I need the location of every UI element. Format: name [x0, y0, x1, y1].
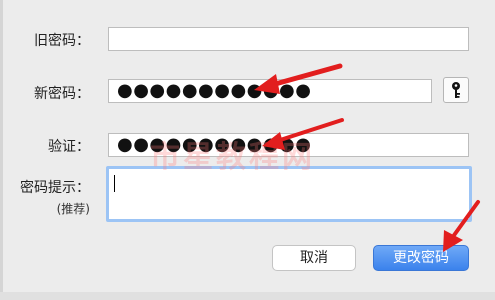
password-hint-label: 密码提示： [20, 180, 90, 196]
password-hint-recommended: (推荐) [56, 202, 90, 216]
verify-label: 验证： [48, 139, 90, 155]
old-password-label: 旧密码： [34, 33, 90, 49]
change-password-button[interactable]: 更改密码 [373, 245, 469, 271]
old-password-field[interactable] [108, 27, 469, 51]
new-password-label: 新密码： [34, 86, 90, 102]
watermark: 市星教程网 [150, 140, 315, 175]
text-caret [114, 175, 115, 192]
new-password-field[interactable]: ●●●●●●●●●●●● [108, 79, 432, 103]
key-icon [452, 82, 460, 98]
password-assistant-button[interactable] [443, 77, 469, 103]
cancel-button[interactable]: 取消 [272, 245, 356, 271]
bottom-strip [0, 292, 495, 300]
new-password-value: ●●●●●●●●●●●● [117, 80, 312, 101]
